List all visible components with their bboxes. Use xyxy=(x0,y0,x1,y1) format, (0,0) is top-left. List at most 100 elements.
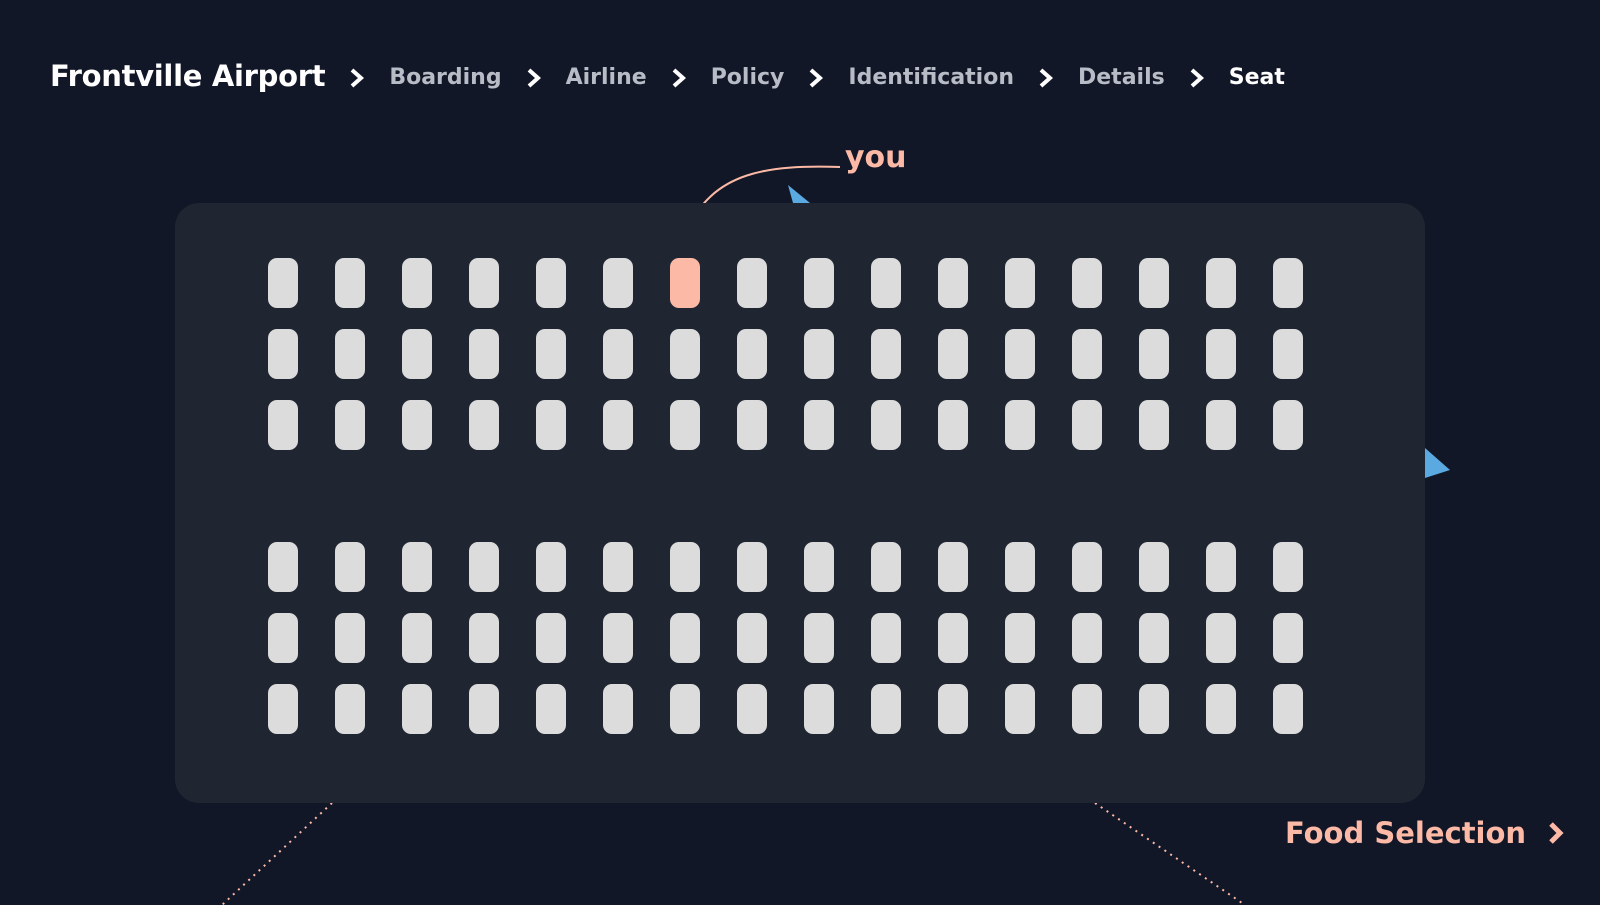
seat[interactable] xyxy=(1072,258,1102,308)
seat[interactable] xyxy=(938,400,968,450)
seat[interactable] xyxy=(1206,400,1236,450)
seat[interactable] xyxy=(469,329,499,379)
seat[interactable] xyxy=(536,400,566,450)
seat[interactable] xyxy=(603,684,633,734)
seat[interactable] xyxy=(469,258,499,308)
seat[interactable] xyxy=(402,684,432,734)
seat[interactable] xyxy=(737,613,767,663)
seat[interactable] xyxy=(1273,542,1303,592)
seat[interactable] xyxy=(1005,542,1035,592)
seat[interactable] xyxy=(603,329,633,379)
seat[interactable] xyxy=(1072,329,1102,379)
seat[interactable] xyxy=(1139,258,1169,308)
seat[interactable] xyxy=(335,329,365,379)
seat[interactable] xyxy=(804,684,834,734)
seat[interactable] xyxy=(737,684,767,734)
seat[interactable] xyxy=(1072,400,1102,450)
seat[interactable] xyxy=(469,542,499,592)
seat[interactable] xyxy=(804,613,834,663)
seat[interactable] xyxy=(1139,329,1169,379)
seat[interactable] xyxy=(1273,329,1303,379)
seat[interactable] xyxy=(402,542,432,592)
seat[interactable] xyxy=(804,329,834,379)
seat[interactable] xyxy=(871,400,901,450)
seat[interactable] xyxy=(268,684,298,734)
seat[interactable] xyxy=(871,613,901,663)
seat[interactable] xyxy=(1139,400,1169,450)
seat[interactable] xyxy=(1206,329,1236,379)
seat[interactable] xyxy=(268,329,298,379)
seat[interactable] xyxy=(268,400,298,450)
seat[interactable] xyxy=(938,542,968,592)
seat[interactable] xyxy=(335,684,365,734)
seat[interactable] xyxy=(1273,400,1303,450)
seat-row-1 xyxy=(268,258,1303,308)
seat[interactable] xyxy=(804,258,834,308)
seat[interactable] xyxy=(1005,400,1035,450)
seat[interactable] xyxy=(1273,613,1303,663)
seat[interactable] xyxy=(938,258,968,308)
seat[interactable] xyxy=(804,400,834,450)
seat[interactable] xyxy=(469,684,499,734)
seat[interactable] xyxy=(938,329,968,379)
seat[interactable] xyxy=(335,258,365,308)
seat[interactable] xyxy=(1139,542,1169,592)
seat[interactable] xyxy=(1206,684,1236,734)
seat[interactable] xyxy=(268,258,298,308)
seat[interactable] xyxy=(536,613,566,663)
seat[interactable] xyxy=(1005,613,1035,663)
seat[interactable] xyxy=(1139,613,1169,663)
seat-row-6 xyxy=(268,684,1303,734)
seat[interactable] xyxy=(871,258,901,308)
seat[interactable] xyxy=(268,542,298,592)
seat[interactable] xyxy=(268,613,298,663)
seat[interactable] xyxy=(737,400,767,450)
seat[interactable] xyxy=(1273,258,1303,308)
seat[interactable] xyxy=(670,329,700,379)
seat[interactable] xyxy=(469,613,499,663)
seat[interactable] xyxy=(469,400,499,450)
seat[interactable] xyxy=(737,329,767,379)
seat[interactable] xyxy=(1206,613,1236,663)
seat[interactable] xyxy=(670,400,700,450)
seat[interactable] xyxy=(1206,258,1236,308)
seat[interactable] xyxy=(938,684,968,734)
seat[interactable] xyxy=(603,258,633,308)
seat[interactable] xyxy=(603,542,633,592)
seat[interactable] xyxy=(335,542,365,592)
seat[interactable] xyxy=(1072,542,1102,592)
seat[interactable] xyxy=(1273,684,1303,734)
seat[interactable] xyxy=(871,684,901,734)
next-step-link[interactable]: Food Selection xyxy=(1285,816,1564,850)
seat[interactable] xyxy=(670,542,700,592)
seat[interactable] xyxy=(402,329,432,379)
seat[interactable] xyxy=(1005,329,1035,379)
seat[interactable] xyxy=(603,400,633,450)
seat[interactable] xyxy=(1206,542,1236,592)
seat[interactable] xyxy=(402,258,432,308)
seat[interactable] xyxy=(1005,258,1035,308)
seat[interactable] xyxy=(536,258,566,308)
seat[interactable] xyxy=(871,329,901,379)
seat[interactable] xyxy=(1072,613,1102,663)
seat[interactable] xyxy=(938,613,968,663)
selected-seat[interactable] xyxy=(670,258,700,308)
seat[interactable] xyxy=(536,542,566,592)
seat[interactable] xyxy=(737,258,767,308)
seat[interactable] xyxy=(804,542,834,592)
seat[interactable] xyxy=(737,542,767,592)
seat[interactable] xyxy=(402,613,432,663)
seat[interactable] xyxy=(536,329,566,379)
seat[interactable] xyxy=(1139,684,1169,734)
seat[interactable] xyxy=(1005,684,1035,734)
seat[interactable] xyxy=(871,542,901,592)
seat[interactable] xyxy=(335,400,365,450)
seat[interactable] xyxy=(1072,684,1102,734)
seat[interactable] xyxy=(402,400,432,450)
seat[interactable] xyxy=(335,613,365,663)
seat[interactable] xyxy=(603,613,633,663)
seat[interactable] xyxy=(670,684,700,734)
seat[interactable] xyxy=(536,684,566,734)
seat[interactable] xyxy=(670,613,700,663)
seat-row-4 xyxy=(268,542,1303,592)
